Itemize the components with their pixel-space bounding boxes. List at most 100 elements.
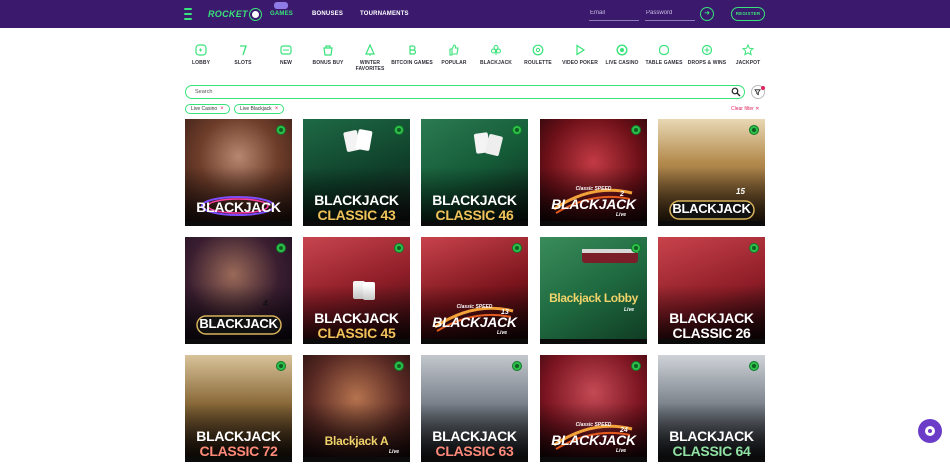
- nav-games[interactable]: GAMES: [270, 11, 293, 17]
- category-bonus-buy[interactable]: BONUS BUY: [307, 44, 349, 66]
- game-tile[interactable]: BLACKJACK: [185, 119, 292, 226]
- game-tile[interactable]: Classic SPEED BLACKJACK 24 Live: [540, 355, 647, 462]
- drops-icon: [701, 44, 713, 56]
- category-new[interactable]: NEW: [265, 44, 307, 66]
- tile-strip: [185, 221, 292, 226]
- game-title: BLACKJACK: [432, 428, 517, 444]
- game-tile[interactable]: BLACKJACK CLASSIC 43: [303, 119, 410, 226]
- login-arrow-button[interactable]: ➜: [700, 7, 714, 21]
- game-tile[interactable]: BLACKJACK CLASSIC 46: [421, 119, 528, 226]
- tile-strip: [303, 221, 410, 226]
- site-logo[interactable]: ROCKET: [208, 7, 261, 21]
- thumb-up-icon: [449, 44, 459, 56]
- tile-strip: [185, 339, 292, 344]
- table-number: 24: [620, 427, 628, 434]
- menu-icon[interactable]: [184, 8, 192, 20]
- chip-label: Live Blackjack: [240, 106, 272, 112]
- category-video-poker[interactable]: VIDEO POKER: [559, 44, 601, 66]
- nav-bonuses[interactable]: BONUSES: [312, 11, 343, 17]
- close-icon[interactable]: ×: [275, 106, 279, 112]
- clear-filter-link[interactable]: Clear filter ✕: [731, 106, 759, 112]
- game-tile[interactable]: BLACKJACK 15: [658, 119, 765, 226]
- game-tile[interactable]: BLACKJACK CLASSIC 26: [658, 237, 765, 344]
- search-input[interactable]: [195, 87, 715, 97]
- game-tile[interactable]: BLACKJACK CLASSIC 63: [421, 355, 528, 462]
- table-number: 4: [263, 299, 268, 308]
- category-jackpot[interactable]: JACKPOT: [727, 44, 769, 66]
- nav-tournaments[interactable]: TOURNAMENTS: [360, 11, 409, 17]
- tile-strip: [303, 457, 410, 462]
- live-badge-icon: [276, 361, 286, 371]
- tile-strip: [421, 339, 528, 344]
- live-badge-icon: [276, 125, 286, 135]
- game-tile[interactable]: BLACKJACK CLASSIC 45: [303, 237, 410, 344]
- tile-strip: [658, 221, 765, 226]
- play-icon: [576, 44, 586, 56]
- category-winter-favorites[interactable]: WINTER FAVORITES: [349, 44, 391, 72]
- game-title: BLACKJACK: [432, 314, 517, 330]
- live-badge-icon: [631, 361, 641, 371]
- game-title: BLACKJACK: [669, 428, 754, 444]
- live-badge-icon: [631, 243, 641, 253]
- category-popular[interactable]: POPULAR: [433, 44, 475, 66]
- filter-button[interactable]: [751, 85, 765, 99]
- tile-strip: [421, 457, 528, 462]
- category-label: ROULETTE: [524, 60, 552, 66]
- register-button[interactable]: REGISTER: [731, 7, 765, 21]
- category-label: BLACKJACK: [479, 60, 512, 66]
- top-header: ROCKET GAMES BONUSES TOURNAMENTS ➜ REGIS…: [0, 0, 950, 28]
- live-badge-icon: [749, 243, 759, 253]
- close-icon[interactable]: ×: [220, 106, 224, 112]
- live-badge-icon: [512, 243, 522, 253]
- category-table-games[interactable]: TABLE GAMES: [643, 44, 685, 66]
- close-icon: ✕: [755, 106, 760, 112]
- roulette-icon: [532, 44, 544, 56]
- playing-cards-icon: [473, 132, 503, 156]
- live-badge-icon: [276, 243, 286, 253]
- category-bitcoin-games[interactable]: BITCOIN GAMES: [391, 44, 433, 66]
- live-tag: Live: [497, 330, 508, 336]
- live-badge-icon: [512, 361, 522, 371]
- game-tile[interactable]: Classic SPEED BLACKJACK 2 Live: [540, 119, 647, 226]
- live-badge-icon: [631, 125, 641, 135]
- category-live-casino[interactable]: LIVE CASINO: [601, 44, 643, 66]
- category-label: JACKPOT: [735, 60, 761, 66]
- category-blackjack[interactable]: BLACKJACK: [475, 44, 517, 66]
- game-tile[interactable]: BLACKJACK CLASSIC 72: [185, 355, 292, 462]
- category-label: DROPS & WINS: [687, 60, 727, 66]
- chip-label: Live Casino: [191, 106, 218, 112]
- live-tag: Live: [624, 307, 635, 313]
- tile-strip: [185, 457, 292, 462]
- game-title: BLACKJACK: [199, 316, 278, 331]
- game-tile[interactable]: BLACKJACK CLASSIC 64: [658, 355, 765, 462]
- club-icon: [490, 44, 502, 55]
- category-label: WINTER FAVORITES: [355, 60, 385, 72]
- game-tile[interactable]: Classic SPEED BLACKJACK 13 Live: [421, 237, 528, 344]
- new-badge-icon: [280, 45, 292, 55]
- search-icon[interactable]: [731, 87, 741, 97]
- tree-icon: [365, 44, 375, 56]
- live-badge-icon: [394, 361, 404, 371]
- search-bar: [185, 85, 745, 99]
- password-field[interactable]: [645, 6, 695, 21]
- category-roulette[interactable]: ROULETTE: [517, 44, 559, 66]
- category-label: LIVE CASINO: [605, 60, 639, 66]
- game-tile[interactable]: BLACKJACK 4: [185, 237, 292, 344]
- filter-chip-live-casino[interactable]: Live Casino ×: [185, 104, 230, 114]
- tile-strip: [421, 221, 528, 226]
- category-slots[interactable]: SLOTS: [222, 44, 264, 66]
- game-tile[interactable]: Blackjack Lobby Live: [540, 237, 647, 344]
- email-field[interactable]: [589, 6, 639, 21]
- category-label: SLOTS: [234, 60, 252, 66]
- playing-cards-icon: [343, 129, 373, 152]
- category-lobby[interactable]: LOBBY: [180, 44, 222, 66]
- game-title: BLACKJACK: [551, 432, 636, 448]
- game-tile[interactable]: Blackjack A Live: [303, 355, 410, 462]
- category-drops-wins[interactable]: DROPS & WINS: [686, 44, 728, 66]
- chat-support-icon[interactable]: [918, 419, 942, 443]
- gamepad-icon: [195, 44, 207, 56]
- filter-chip-live-blackjack[interactable]: Live Blackjack ×: [234, 104, 285, 114]
- live-badge-icon: [512, 125, 522, 135]
- casino-page: ROCKET GAMES BONUSES TOURNAMENTS ➜ REGIS…: [0, 0, 950, 472]
- category-label: BONUS BUY: [312, 60, 344, 66]
